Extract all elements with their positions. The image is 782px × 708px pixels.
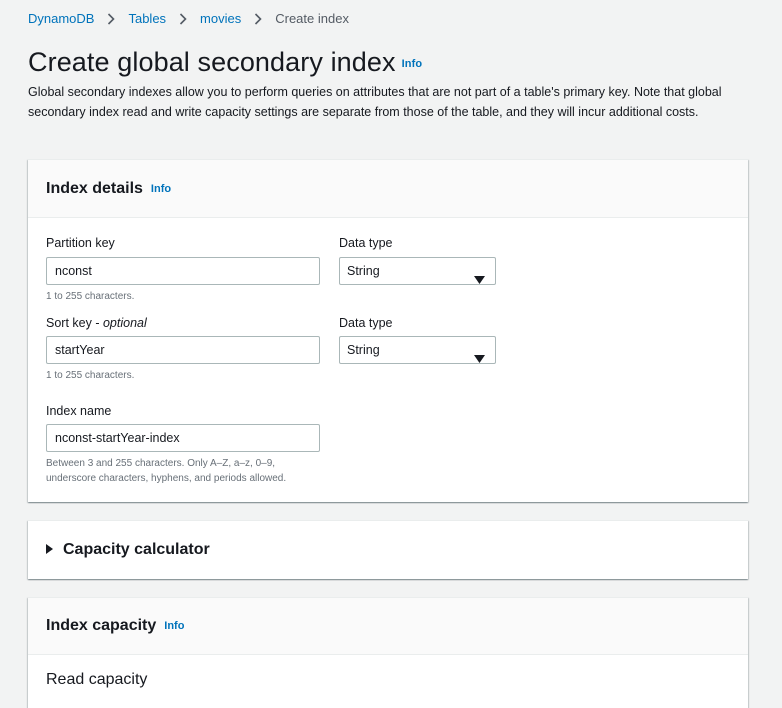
sort-key-hint: 1 to 255 characters. bbox=[46, 370, 135, 381]
chevron-right-icon bbox=[166, 11, 200, 26]
caret-down-icon bbox=[474, 346, 485, 372]
sort-key-type-label: Data type bbox=[339, 316, 393, 330]
breadcrumb-current: Create index bbox=[275, 10, 349, 26]
index-name-input[interactable] bbox=[46, 424, 320, 452]
index-details-panel: Index details Info Partition key 1 to 25… bbox=[28, 159, 748, 502]
page-info-link[interactable]: Info bbox=[402, 58, 423, 70]
index-name-hint-line1: Between 3 and 255 characters. Only A–Z, … bbox=[46, 458, 276, 469]
index-capacity-panel: Index capacity Info Read capacity bbox=[28, 597, 748, 708]
sort-key-label: Sort key - optional bbox=[46, 316, 147, 330]
index-capacity-header: Index capacity Info bbox=[28, 598, 748, 655]
capacity-calculator-title: Capacity calculator bbox=[63, 541, 210, 558]
partition-key-type-label: Data type bbox=[339, 236, 393, 250]
capacity-calculator-toggle[interactable]: Capacity calculator bbox=[28, 521, 748, 579]
partition-key-type-select[interactable]: String bbox=[339, 257, 496, 285]
breadcrumb-tables[interactable]: Tables bbox=[128, 11, 166, 26]
index-name-label: Index name bbox=[46, 404, 112, 418]
sort-key-type-select[interactable]: String bbox=[339, 336, 496, 364]
index-details-title: Index details bbox=[46, 179, 143, 197]
page-description: Global secondary indexes allow you to pe… bbox=[28, 85, 722, 119]
caret-down-icon bbox=[474, 267, 485, 293]
sort-key-input[interactable] bbox=[46, 336, 320, 364]
sort-key-label-text: Sort key - bbox=[46, 316, 103, 330]
index-details-header: Index details Info bbox=[28, 160, 748, 218]
breadcrumb: DynamoDB Tables movies Create index bbox=[28, 9, 349, 27]
breadcrumb-movies[interactable]: movies bbox=[200, 11, 241, 26]
capacity-calculator-panel: Capacity calculator bbox=[28, 520, 748, 579]
chevron-right-icon bbox=[94, 11, 128, 26]
index-name-hint-line2: underscore characters, hyphens, and peri… bbox=[46, 473, 287, 484]
sort-key-type-value: String bbox=[347, 343, 380, 357]
partition-key-input[interactable] bbox=[46, 257, 320, 285]
partition-key-type-value: String bbox=[347, 264, 380, 278]
partition-key-hint: 1 to 255 characters. bbox=[46, 291, 135, 302]
chevron-right-icon bbox=[241, 11, 275, 26]
breadcrumb-dynamodb[interactable]: DynamoDB bbox=[28, 11, 94, 26]
page-title: Create global secondary index Info bbox=[28, 44, 422, 82]
page-title-text: Create global secondary index bbox=[28, 47, 396, 77]
partition-key-label: Partition key bbox=[46, 236, 115, 250]
read-capacity-heading: Read capacity bbox=[46, 671, 148, 688]
caret-right-icon bbox=[46, 541, 53, 559]
sort-key-optional-text: optional bbox=[102, 316, 147, 330]
index-details-info-link[interactable]: Info bbox=[151, 183, 171, 195]
index-capacity-title: Index capacity bbox=[46, 617, 157, 634]
index-capacity-info-link[interactable]: Info bbox=[164, 620, 184, 632]
